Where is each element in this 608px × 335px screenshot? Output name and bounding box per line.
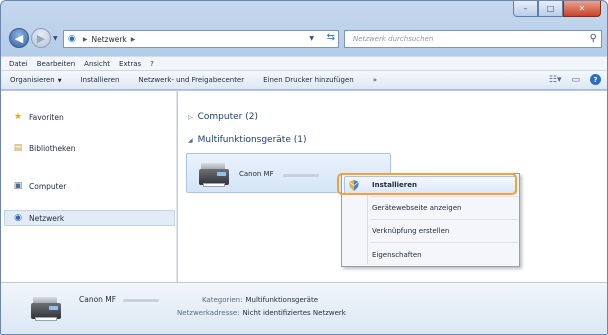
- sidebar-item-libraries[interactable]: ▤ Bibliotheken: [11, 143, 76, 153]
- breadcrumb-separator-icon[interactable]: ▶: [83, 36, 88, 43]
- search-icon[interactable]: ⚲: [590, 33, 597, 44]
- menu-item-properties[interactable]: Eigenschaften: [372, 251, 422, 259]
- chevron-right-icon[interactable]: ▷: [188, 114, 193, 121]
- group-header-computer[interactable]: ▷ Computer (2): [188, 112, 258, 122]
- menu-separator: [370, 242, 518, 243]
- install-button[interactable]: Installieren: [81, 76, 120, 84]
- menu-item-open-webpage[interactable]: Gerätewebseite anzeigen: [372, 204, 461, 212]
- minimize-button[interactable]: –: [513, 1, 538, 17]
- breadcrumb-network[interactable]: Netzwerk: [91, 35, 126, 44]
- menu-help[interactable]: ?: [150, 60, 154, 68]
- details-device-name: Canon MF: [79, 295, 159, 304]
- add-printer-button[interactable]: Einen Drucker hinzufügen: [263, 76, 354, 84]
- address-history-dropdown[interactable]: ▼: [309, 35, 314, 42]
- menu-item-create-shortcut[interactable]: Verknüpfung erstellen: [372, 227, 449, 235]
- caption-buttons: – □ ✕: [513, 1, 601, 18]
- highlight-ring: [337, 173, 517, 195]
- menu-tools[interactable]: Extras: [119, 60, 141, 68]
- menu-file[interactable]: Datei: [9, 60, 28, 68]
- maximize-icon: □: [546, 3, 555, 13]
- redacted-text: [123, 299, 159, 302]
- redacted-text: [283, 174, 319, 177]
- sidebar-item-label: Netzwerk: [29, 213, 65, 223]
- minimize-icon: –: [523, 3, 528, 13]
- breadcrumb-separator-icon[interactable]: ▶: [131, 36, 136, 43]
- recent-pages-dropdown[interactable]: ▼: [53, 35, 58, 42]
- sidebar-item-computer[interactable]: ▣ Computer: [11, 181, 67, 191]
- command-bar: Organisieren ▼ Installieren Netzwerk- und…: [1, 70, 607, 90]
- menu-edit[interactable]: Bearbeiten: [37, 60, 75, 68]
- close-button[interactable]: ✕: [563, 1, 601, 17]
- network-center-button[interactable]: Netzwerk- und Freigabecenter: [138, 76, 244, 84]
- menu-bar: Datei Bearbeiten Ansicht Extras ?: [1, 56, 607, 70]
- details-network-address: Netzwerkadresse: Nicht identifiziertes Ne…: [177, 309, 346, 317]
- help-icon[interactable]: ?: [590, 74, 601, 85]
- sidebar-item-label: Computer: [29, 181, 67, 191]
- library-icon: ▤: [13, 143, 23, 153]
- sidebar-item-label: Favoriten: [29, 112, 64, 122]
- search-box[interactable]: Netzwerk durchsuchen ⚲: [344, 30, 602, 48]
- computer-icon: ▣: [13, 181, 23, 191]
- details-pane: Canon MF Kategorien: Multifunktionsgeräte…: [1, 282, 607, 334]
- preview-pane-icon[interactable]: ▭: [571, 75, 580, 85]
- group-label: Multifunktionsgeräte (1): [197, 135, 307, 145]
- explorer-window: – □ ✕ ◀ ▶ ▼ ◉ ▶ Netzwerk ▶ ▼ ⇆ Netzwerk …: [0, 0, 608, 335]
- navigation-pane: ★ Favoriten ▤ Bibliotheken ▣ Computer ◉ …: [1, 91, 177, 282]
- device-name: Canon MF: [239, 170, 319, 178]
- address-row: ◀ ▶ ▼ ◉ ▶ Netzwerk ▶ ▼ ⇆ Netzwerk durchs…: [1, 26, 607, 52]
- organize-button[interactable]: Organisieren ▼: [10, 76, 62, 84]
- menu-separator: [370, 219, 518, 220]
- arrow-right-icon: ▶: [36, 31, 46, 45]
- chevron-down-icon[interactable]: ◢: [188, 137, 193, 144]
- arrow-left-icon: ◀: [14, 31, 24, 45]
- details-category: Kategorien: Multifunktionsgeräte: [202, 296, 318, 304]
- network-icon: ◉: [68, 34, 76, 44]
- menu-separator: [370, 196, 518, 197]
- view-controls: ☷▾ ▭ ?: [539, 74, 601, 85]
- change-view-icon[interactable]: ☷▾: [549, 75, 562, 85]
- forward-button[interactable]: ▶: [31, 28, 51, 48]
- maximize-button[interactable]: □: [538, 1, 563, 17]
- address-bar[interactable]: ◉ ▶ Netzwerk ▶ ▼ ⇆: [63, 30, 339, 48]
- printer-icon: [197, 160, 231, 188]
- more-commands-button[interactable]: »: [373, 76, 377, 84]
- sidebar-item-network[interactable]: ◉ Netzwerk: [11, 213, 64, 223]
- group-label: Computer (2): [197, 112, 258, 122]
- refresh-icon[interactable]: ⇆: [327, 32, 335, 43]
- organize-label: Organisieren: [10, 76, 55, 84]
- chevron-down-icon: ▼: [57, 78, 62, 84]
- printer-icon: [29, 294, 63, 322]
- close-icon: ✕: [578, 3, 586, 13]
- star-icon: ★: [13, 112, 23, 122]
- sidebar-item-label: Bibliotheken: [29, 143, 76, 153]
- search-input[interactable]: Netzwerk durchsuchen: [353, 35, 433, 43]
- group-header-multifunction[interactable]: ◢ Multifunktionsgeräte (1): [188, 135, 306, 145]
- network-icon: ◉: [14, 213, 22, 223]
- menu-view[interactable]: Ansicht: [84, 60, 110, 68]
- sidebar-item-favorites[interactable]: ★ Favoriten: [11, 112, 64, 122]
- back-button[interactable]: ◀: [9, 28, 29, 48]
